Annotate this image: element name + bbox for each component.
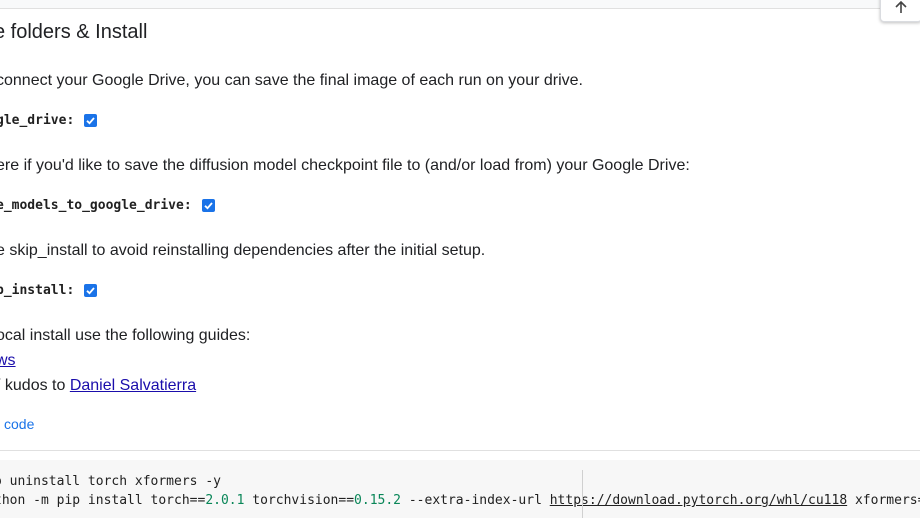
windows-guide-line: ws [0,352,16,370]
skip-install-description: e skip_install to avoid reinstalling dep… [0,242,486,259]
checkmark-icon [204,202,213,210]
param-google-drive: gle_drive: [0,113,98,128]
torch-version: 2.0.1 [205,493,245,508]
models-description: ere if you'd like to save the diffusion … [0,157,690,174]
param-skip-install: p_install: [0,283,98,298]
kudos-text: / kudos to [0,377,70,394]
guides-intro: ocal install use the following guides: [0,327,251,344]
drive-description: connect your Google Drive, you can save … [0,72,583,89]
cell-divider [0,450,920,451]
code-line-2-mid1: torchvision== [244,493,355,508]
code-cell[interactable]: o uninstall torch xformers -y thon -m pi… [0,460,920,518]
section-heading: e folders & Install [0,21,148,43]
top-toolbar [0,0,920,9]
index-url[interactable]: https://download.pytorch.org/whl/cu118 [550,493,847,508]
code-ruler [582,470,583,518]
checkmark-icon [86,287,95,295]
param-save-models-label: e_models_to_google_drive: [0,198,192,213]
code-line-1: o uninstall torch xformers -y [0,474,221,489]
kudos-line: / kudos to Daniel Salvatierra [0,377,196,395]
param-skip-install-label: p_install: [0,283,75,298]
code-line-2-mid2: --extra-index-url [401,493,550,508]
code-line-2: thon -m pip install torch==2.0.1 torchvi… [0,493,920,508]
daniel-salvatierra-link[interactable]: Daniel Salvatierra [70,377,196,394]
show-code-button[interactable]: code [4,416,34,432]
torchvision-version: 0.15.2 [354,493,402,508]
arrow-up-icon [895,0,907,13]
skip-install-checkbox[interactable] [84,284,98,297]
code-line-2-prefix: thon -m pip install torch== [0,493,206,508]
windows-guide-link[interactable]: ws [0,352,16,369]
checkmark-icon [86,117,95,125]
scroll-to-top-button[interactable] [880,0,920,22]
param-google-drive-label: gle_drive: [0,113,75,128]
param-save-models: e_models_to_google_drive: [0,198,215,213]
google-drive-checkbox[interactable] [84,114,98,127]
code-line-2-tail: xformers==0 [854,493,920,508]
save-models-checkbox[interactable] [201,199,215,212]
